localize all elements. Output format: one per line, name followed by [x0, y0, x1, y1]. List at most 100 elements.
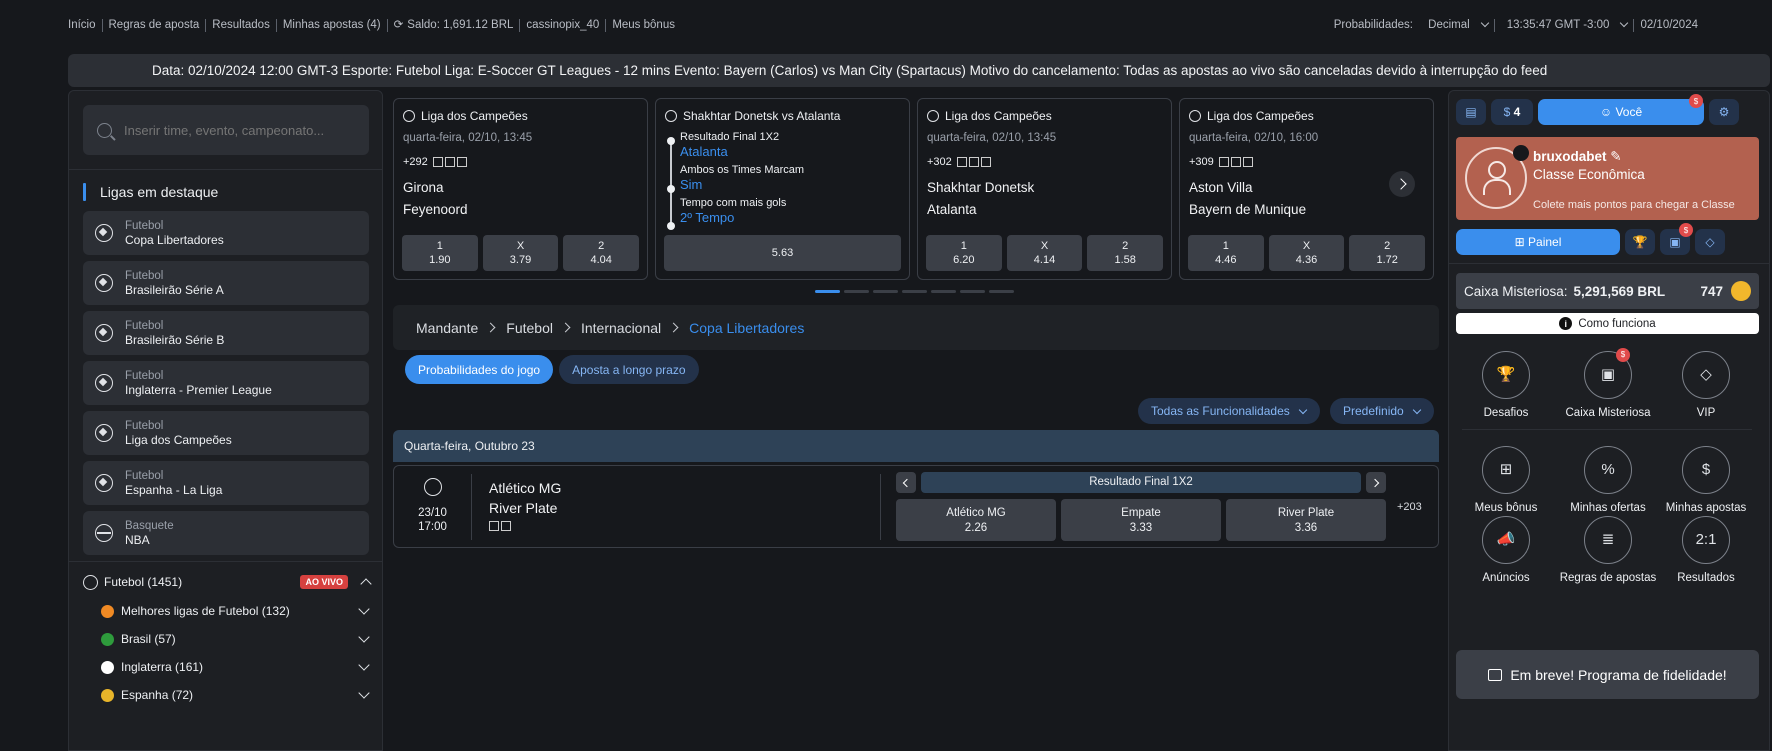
- feature-diamond-item[interactable]: ◇ VIP: [1656, 351, 1756, 420]
- feature-megaphone-item[interactable]: 📣 Anúncios: [1456, 516, 1556, 585]
- tab-match-odds[interactable]: Probabilidades do jogo: [405, 355, 554, 384]
- breadcrumb-item[interactable]: Mandante: [416, 320, 478, 336]
- field-icon: [456, 157, 467, 167]
- feature-offers-item[interactable]: % Minhas ofertas: [1558, 446, 1658, 515]
- country-row[interactable]: Brasil (57): [69, 625, 382, 653]
- mystery-box-tab[interactable]: ▣ $: [1660, 223, 1693, 255]
- feature-trophy-item[interactable]: 🏆 Desafios: [1456, 351, 1556, 420]
- match-teams[interactable]: Atlético MG River Plate: [489, 478, 561, 531]
- settings-button[interactable]: ⚙: [1709, 99, 1739, 125]
- top-bar: Início Regras de aposta Resultados Minha…: [0, 0, 1772, 50]
- odd-button[interactable]: Empate 3.33: [1061, 499, 1221, 541]
- breadcrumb-item[interactable]: Internacional: [581, 320, 661, 336]
- odd-button[interactable]: River Plate 3.36: [1226, 499, 1386, 541]
- features-dropdown[interactable]: Todas as Funcionalidades: [1138, 398, 1320, 424]
- featured-league-item[interactable]: Futebol Brasileirão Série A: [83, 261, 369, 305]
- carousel-dot[interactable]: [989, 290, 1014, 293]
- odd-button[interactable]: 1 4.46: [1188, 235, 1264, 271]
- featured-league-item[interactable]: Futebol Espanha - La Liga: [83, 461, 369, 505]
- odds-format-selector[interactable]: Probabilidades: Decimal: [1322, 18, 1494, 32]
- odd-button[interactable]: X 4.36: [1268, 235, 1345, 271]
- feature-gift-item[interactable]: ⊞ Meus bônus: [1456, 446, 1556, 515]
- top-nav: Início Regras de aposta Resultados Minha…: [68, 18, 681, 32]
- refresh-icon[interactable]: ⟳: [394, 19, 408, 31]
- market-next-button[interactable]: [1366, 472, 1386, 493]
- dashboard-button[interactable]: ⊞ Painel: [1456, 229, 1620, 255]
- feature-bets-item[interactable]: $ Minhas apostas: [1656, 446, 1756, 515]
- sport-football-row[interactable]: Futebol (1451) AO VIVO: [69, 567, 382, 597]
- carousel-next-button[interactable]: [1389, 171, 1415, 197]
- featured-league-item[interactable]: Futebol Inglaterra - Premier League: [83, 361, 369, 405]
- event-card[interactable]: Liga dos Campeões quarta-feira, 02/10, 1…: [393, 98, 648, 280]
- my-bonus-link[interactable]: Meus bônus: [606, 19, 681, 32]
- odd-button[interactable]: X 3.79: [482, 235, 559, 271]
- edit-avatar-icon[interactable]: [1513, 145, 1529, 161]
- match-row[interactable]: 23/10 17:00 Atlético MG River Plate Resu…: [393, 465, 1439, 548]
- search-input[interactable]: [124, 122, 344, 138]
- carousel-dot[interactable]: [902, 290, 927, 293]
- breadcrumb-item[interactable]: Futebol: [506, 320, 553, 336]
- carousel-dot[interactable]: [815, 290, 840, 293]
- featured-league-item[interactable]: Futebol Brasileirão Série B: [83, 311, 369, 355]
- market-prev-button[interactable]: [896, 472, 916, 493]
- country-row[interactable]: Espanha (72): [69, 681, 382, 709]
- carousel-dot[interactable]: [873, 290, 898, 293]
- breadcrumb-current: Copa Libertadores: [689, 319, 805, 336]
- odd-button[interactable]: Atlético MG 2.26: [896, 499, 1056, 541]
- tab-outrights[interactable]: Aposta a longo prazo: [559, 355, 699, 384]
- odd-button[interactable]: 2 1.58: [1087, 235, 1164, 271]
- odd-button[interactable]: 2 1.72: [1349, 235, 1426, 271]
- nav-home-link[interactable]: Início: [68, 18, 103, 32]
- challenges-tab[interactable]: 🏆: [1625, 229, 1655, 255]
- clock-selector[interactable]: 13:35:47 GMT -3:00: [1495, 18, 1634, 32]
- live-badge: AO VIVO: [300, 575, 348, 589]
- betslip-button[interactable]: ▤: [1456, 99, 1486, 125]
- loyalty-program-button[interactable]: Em breve! Programa de fidelidade!: [1456, 650, 1759, 699]
- combo-odd-button[interactable]: 5.63: [664, 235, 901, 271]
- you-button[interactable]: ☺ Você $: [1538, 94, 1704, 125]
- vip-tab[interactable]: ◇: [1695, 229, 1725, 255]
- featured-league-item[interactable]: Futebol Liga dos Campeões: [83, 411, 369, 455]
- mystery-box-icon: ▣: [1669, 235, 1681, 249]
- stream-icon: [432, 157, 443, 167]
- nav-my-bets-link[interactable]: Minhas apostas (4): [277, 18, 388, 32]
- bet-builder-card[interactable]: Shakhtar Donetsk vs Atalanta Resultado F…: [655, 98, 910, 280]
- carousel-dot[interactable]: [960, 290, 985, 293]
- my-bets-button[interactable]: $ 4: [1491, 99, 1533, 125]
- pencil-icon[interactable]: ✎: [1610, 149, 1621, 164]
- event-card[interactable]: Liga dos Campeões quarta-feira, 02/10, 1…: [917, 98, 1172, 280]
- nav-rules-link[interactable]: Regras de aposta: [103, 18, 207, 32]
- featured-league-item[interactable]: Futebol Copa Libertadores: [83, 211, 369, 255]
- chevron-down-icon[interactable]: [358, 603, 370, 615]
- odd-button[interactable]: X 4.14: [1006, 235, 1083, 271]
- featured-league-item[interactable]: Basquete NBA: [83, 511, 369, 555]
- nav-results-link[interactable]: Resultados: [206, 18, 277, 32]
- how-it-works-button[interactable]: i Como funciona: [1456, 313, 1759, 334]
- carousel-dot[interactable]: [931, 290, 956, 293]
- chevron-up-icon[interactable]: [360, 578, 372, 590]
- field-icon: [501, 521, 511, 531]
- featured-league-list: Futebol Copa Libertadores Futebol Brasileir…: [69, 211, 382, 555]
- feature-rules-item[interactable]: ≣ Regras de apostas: [1558, 516, 1658, 585]
- chevron-down-icon[interactable]: [358, 659, 370, 671]
- profile-card[interactable]: bruxodabet ✎ Classe Econômica Colete mai…: [1456, 137, 1759, 220]
- chevron-down-icon[interactable]: [358, 687, 370, 699]
- preset-dropdown[interactable]: Predefinido: [1330, 398, 1434, 424]
- carousel-dot[interactable]: [844, 290, 869, 293]
- balance[interactable]: ⟳ Saldo: 1,691.12 BRL: [388, 18, 521, 32]
- feature-results-item[interactable]: 2:1 Resultados: [1656, 516, 1756, 585]
- chevron-down-icon[interactable]: [358, 631, 370, 643]
- odd-button[interactable]: 1 1.90: [402, 235, 478, 271]
- country-row[interactable]: Inglaterra (161): [69, 653, 382, 681]
- info-icon: i: [1559, 317, 1573, 330]
- more-markets-link[interactable]: +203: [1397, 501, 1422, 513]
- chevron-right-icon: [668, 322, 679, 333]
- feature-mystery-box-item[interactable]: $ ▣ Caixa Misteriosa: [1558, 348, 1658, 420]
- odd-button[interactable]: 1 6.20: [926, 235, 1002, 271]
- search-box[interactable]: [83, 105, 369, 155]
- username-link[interactable]: cassinopix_40: [520, 18, 607, 32]
- odd-button[interactable]: 2 4.04: [563, 235, 640, 271]
- megaphone-icon: 📣: [1482, 516, 1530, 564]
- markets-count: +292: [403, 156, 647, 168]
- country-row[interactable]: Melhores ligas de Futebol (132): [69, 597, 382, 625]
